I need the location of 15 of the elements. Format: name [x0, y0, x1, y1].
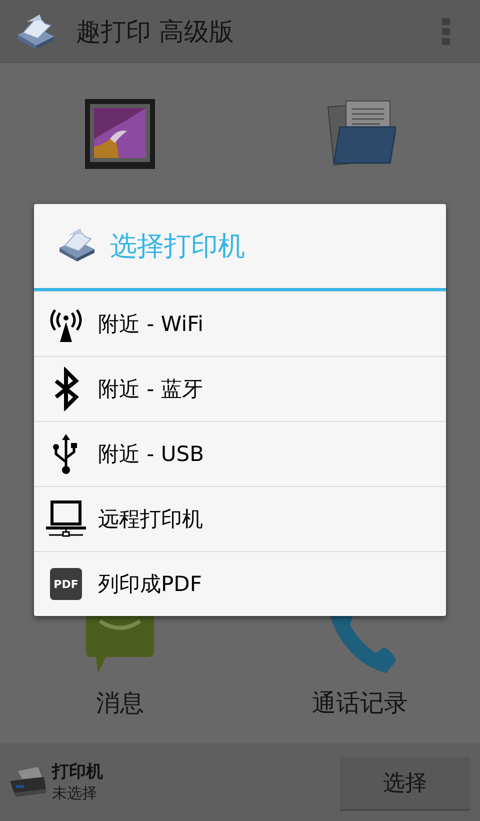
printer-icon — [8, 767, 48, 797]
pdf-icon: PDF — [50, 568, 82, 600]
printer-option[interactable]: 附近 - USB — [34, 421, 446, 486]
printer-option[interactable]: 附近 - WiFi — [34, 291, 446, 356]
app-title: 趣打印 高级版 — [76, 16, 235, 48]
grid-label: 消息 — [96, 689, 144, 717]
printer-option[interactable]: 附近 - 蓝牙 — [34, 356, 446, 421]
printer-option[interactable]: PDF 列印成PDF — [34, 551, 446, 616]
dialog-title: 选择打印机 — [110, 230, 245, 264]
printer-option[interactable]: 远程打印机 — [34, 486, 446, 551]
printer-label: 打印机 — [52, 761, 104, 783]
computer-icon — [44, 499, 88, 539]
picture-frame-icon[interactable] — [85, 99, 155, 169]
printer-status: 未选择 — [52, 783, 98, 803]
grid-label: 通话记录 — [312, 689, 408, 717]
